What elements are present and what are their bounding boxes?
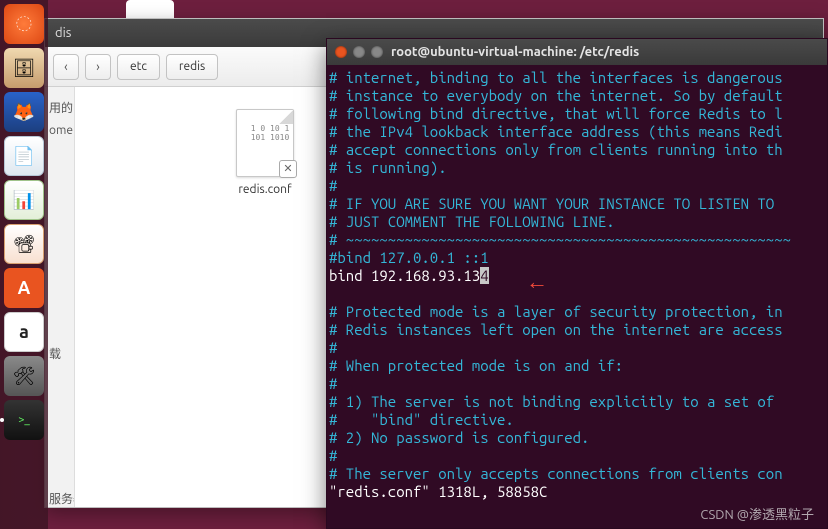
terminal-icon[interactable]: >_ bbox=[4, 400, 44, 440]
dash-icon[interactable]: ◌ bbox=[4, 4, 44, 44]
maximize-icon[interactable] bbox=[371, 46, 383, 58]
firefox-icon[interactable]: 🦊 bbox=[4, 92, 44, 132]
sidebar-item[interactable]: 载 bbox=[47, 341, 72, 366]
nautilus-sidebar: 用的 ome 载 服务器 bbox=[45, 87, 75, 507]
close-icon[interactable] bbox=[335, 46, 347, 58]
window-controls bbox=[335, 46, 383, 58]
file-bits: 1 0 10 1 101 1010 bbox=[247, 124, 293, 142]
forward-button[interactable]: › bbox=[85, 54, 111, 80]
breadcrumb-etc[interactable]: etc bbox=[117, 54, 160, 80]
minimize-icon[interactable] bbox=[353, 46, 365, 58]
file-badge-icon: ✕ bbox=[279, 160, 297, 178]
terminal-title-text: root@ubuntu-virtual-machine: /etc/redis bbox=[391, 45, 639, 59]
file-redis-conf[interactable]: 1 0 10 1 101 1010 ✕ redis.conf bbox=[223, 109, 307, 196]
file-label: redis.conf bbox=[223, 183, 307, 196]
watermark-text: CSDN @渗透黑粒子 bbox=[700, 504, 814, 523]
impress-icon[interactable]: 📽 bbox=[4, 224, 44, 264]
terminal-titlebar[interactable]: root@ubuntu-virtual-machine: /etc/redis bbox=[327, 39, 827, 65]
writer-icon[interactable]: 📄 bbox=[4, 136, 44, 176]
sidebar-item[interactable]: ome bbox=[47, 120, 72, 141]
sidebar-item[interactable]: 服务器 bbox=[47, 486, 72, 507]
unity-launcher: ◌ 🗄 🦊 📄 📊 📽 A a 🛠 >_ bbox=[0, 0, 48, 529]
breadcrumb-redis[interactable]: redis bbox=[166, 54, 218, 80]
sidebar-item[interactable]: 用的 bbox=[47, 95, 72, 120]
amazon-icon[interactable]: a bbox=[4, 312, 44, 352]
annotation-arrow-icon: ← bbox=[526, 269, 548, 295]
files-icon[interactable]: 🗄 bbox=[4, 48, 44, 88]
back-button[interactable]: ‹ bbox=[53, 54, 79, 80]
nautilus-title-text: dis bbox=[55, 26, 71, 40]
file-icon: 1 0 10 1 101 1010 ✕ bbox=[236, 109, 294, 177]
calc-icon[interactable]: 📊 bbox=[4, 180, 44, 220]
settings-icon[interactable]: 🛠 bbox=[4, 356, 44, 396]
terminal-window: root@ubuntu-virtual-machine: /etc/redis … bbox=[326, 38, 828, 529]
terminal-body[interactable]: # internet, binding to all the interface… bbox=[327, 65, 827, 505]
ubuntu-software-icon[interactable]: A bbox=[4, 268, 44, 308]
